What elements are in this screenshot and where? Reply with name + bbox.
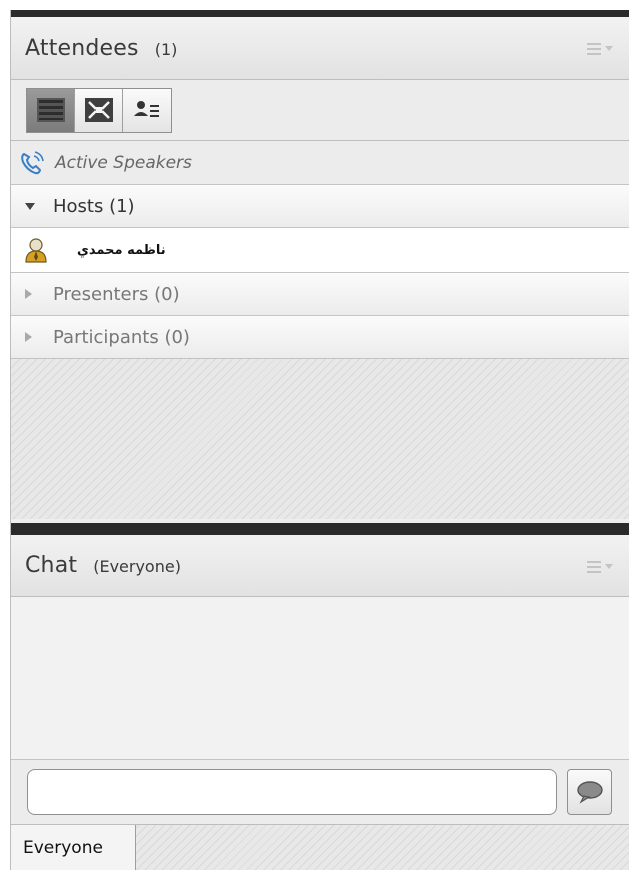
- send-message-button[interactable]: [567, 769, 612, 815]
- pod-options-menu-icon[interactable]: [587, 559, 613, 575]
- expand-arrow-icon: [25, 289, 32, 299]
- attendee-row[interactable]: ناظمه محمدي: [11, 228, 629, 273]
- expand-arrow-icon: [25, 332, 32, 342]
- chat-header: Chat (Everyone): [11, 535, 629, 597]
- attendees-empty-area: [11, 359, 629, 519]
- breakout-view-icon: [84, 98, 113, 122]
- participants-group-header[interactable]: Participants (0): [11, 316, 629, 359]
- hosts-group-label: Hosts (1): [53, 195, 135, 217]
- chat-message-area: [11, 597, 629, 760]
- breakout-view-button[interactable]: [75, 88, 123, 132]
- pod-top-bar: [11, 523, 629, 535]
- chat-footer: Everyone: [11, 824, 629, 870]
- presenters-group-header[interactable]: Presenters (0): [11, 273, 629, 316]
- chat-scope: (Everyone): [93, 557, 181, 576]
- phone-icon: [21, 150, 44, 174]
- active-speakers-label: Active Speakers: [55, 152, 192, 173]
- list-view-button[interactable]: [27, 88, 75, 132]
- attendees-title: Attendees: [25, 35, 139, 61]
- view-button-group: [26, 87, 172, 133]
- participants-group-label: Participants (0): [53, 326, 190, 348]
- chat-message-input[interactable]: [27, 769, 557, 815]
- status-view-button[interactable]: [123, 88, 171, 132]
- collapse-arrow-icon: [25, 202, 35, 210]
- pod-top-bar: [11, 10, 629, 17]
- active-speakers-row: Active Speakers: [11, 141, 629, 185]
- status-view-icon: [134, 101, 159, 117]
- recipient-tab-everyone[interactable]: Everyone: [11, 825, 136, 870]
- recipient-tab-label: Everyone: [23, 837, 103, 858]
- hosts-group-header[interactable]: Hosts (1): [11, 185, 629, 228]
- list-view-icon: [36, 98, 65, 122]
- speech-bubble-icon: [576, 781, 603, 804]
- chat-compose-bar: [11, 760, 629, 824]
- footer-empty-area: [136, 825, 629, 870]
- chat-pod: Chat (Everyone) Everyone: [10, 523, 629, 870]
- pod-options-menu-icon[interactable]: [587, 41, 613, 57]
- attendees-pod: Attendees (1) Active Speakers Hosts (1) …: [10, 10, 629, 525]
- host-user-icon: [25, 238, 47, 263]
- attendees-header: Attendees (1): [11, 17, 629, 80]
- attendees-count: (1): [154, 39, 178, 59]
- presenters-group-label: Presenters (0): [53, 283, 180, 305]
- chat-title: Chat: [25, 553, 78, 578]
- view-toolbar: [11, 80, 629, 141]
- attendee-name: ناظمه محمدي: [77, 242, 166, 258]
